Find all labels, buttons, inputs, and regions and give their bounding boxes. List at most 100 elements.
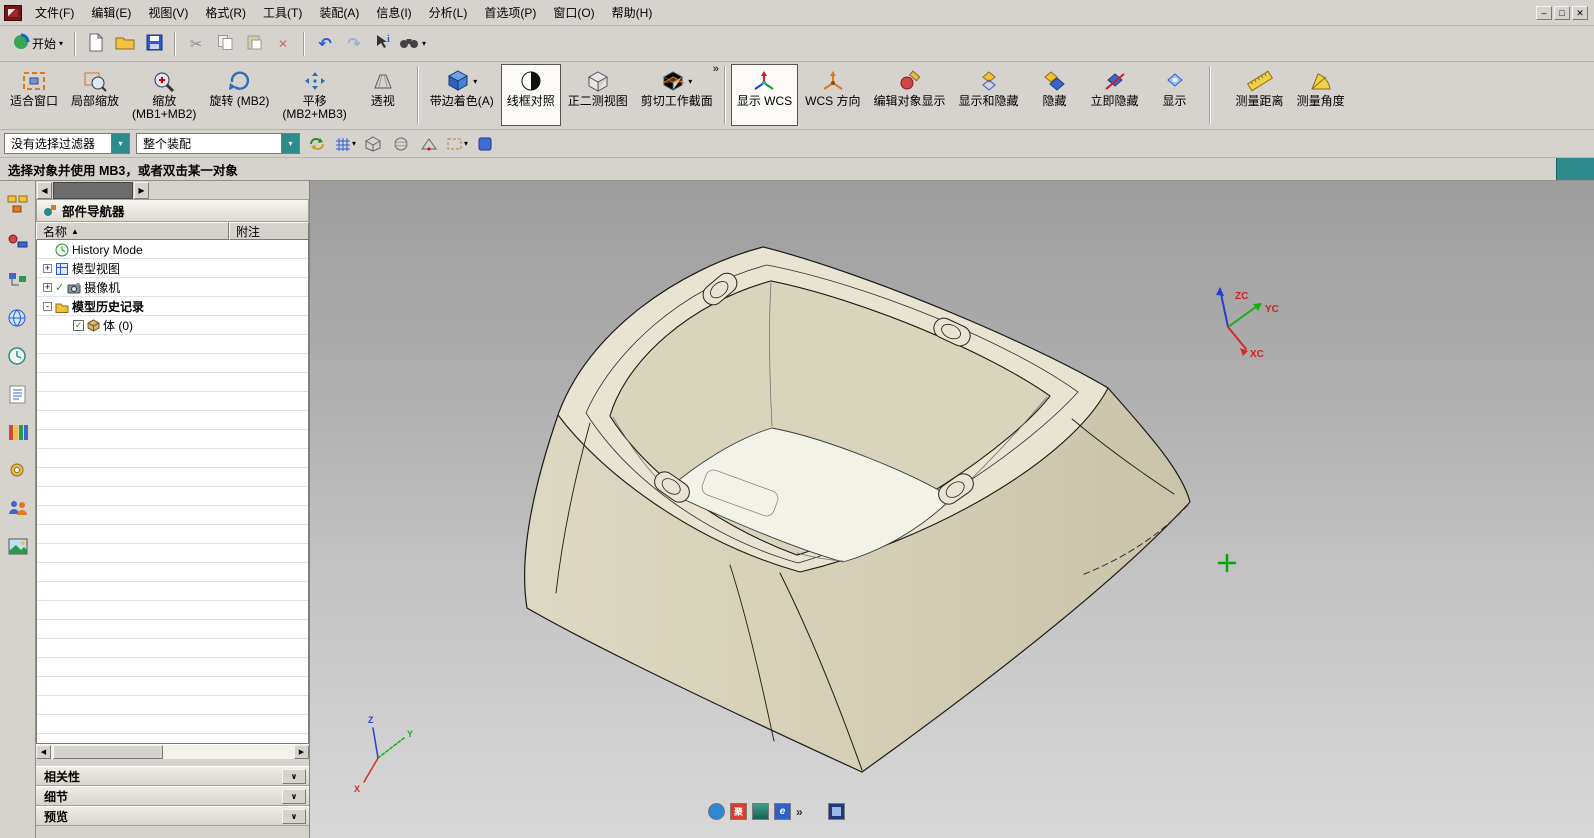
column-header-name[interactable]: 名称 ▲: [36, 222, 229, 240]
tab-scroll-left-button[interactable]: ◀: [37, 182, 52, 199]
menu-file[interactable]: 文件(F): [27, 1, 82, 24]
menu-window[interactable]: 窗口(O): [545, 1, 602, 24]
tree-row-cameras[interactable]: + ✓ 摄像机: [37, 278, 308, 297]
tree-row-body[interactable]: ✓ 体 (0): [37, 316, 308, 335]
zoom-area-button[interactable]: 局部缩放: [65, 64, 125, 126]
menu-view[interactable]: 视图(V): [140, 1, 196, 24]
wcs-triad[interactable]: ZC YC XC: [1216, 287, 1279, 360]
sphere-snap-icon[interactable]: [390, 133, 412, 155]
browser-icon[interactable]: e: [774, 803, 791, 820]
menu-tools[interactable]: 工具(T): [255, 1, 310, 24]
expand-plus-icon[interactable]: +: [43, 283, 52, 292]
show-wcs-button[interactable]: 显示 WCS: [731, 64, 798, 126]
paste-button[interactable]: [241, 31, 267, 57]
part-navigator-icon[interactable]: [6, 269, 30, 291]
menu-analysis[interactable]: 分析(L): [421, 1, 476, 24]
collapsed-tab[interactable]: [53, 182, 133, 199]
zoom-button[interactable]: 缩放 (MB1+MB2): [126, 64, 202, 126]
section-expand-button[interactable]: ∨: [282, 769, 306, 784]
save-button[interactable]: [141, 31, 167, 57]
section-dependencies[interactable]: 相关性 ∨: [36, 766, 309, 786]
measure-distance-button[interactable]: 测量距离: [1230, 64, 1290, 126]
body-checkbox[interactable]: ✓: [73, 320, 84, 331]
snap-settings-icon[interactable]: [306, 133, 328, 155]
combo-dropdown-icon[interactable]: ▾: [111, 134, 129, 153]
section-preview[interactable]: 预览 ∨: [36, 806, 309, 826]
section-expand-button[interactable]: ∨: [282, 809, 306, 824]
qq-app-icon[interactable]: 聚: [730, 803, 747, 820]
show-and-hide-button[interactable]: 显示和隐藏: [953, 64, 1025, 126]
solid-snap-icon[interactable]: [362, 133, 384, 155]
media-app-icon[interactable]: [752, 803, 769, 820]
history-palette-icon[interactable]: [6, 345, 30, 367]
window-app-icon[interactable]: [828, 803, 845, 820]
new-file-button[interactable]: [83, 31, 109, 57]
process-tools-icon[interactable]: [6, 459, 30, 481]
edit-object-display-button[interactable]: 编辑对象显示: [868, 64, 952, 126]
tree-row-model-history[interactable]: - 模型历史记录: [37, 297, 308, 316]
combo-dropdown-icon[interactable]: ▾: [281, 134, 299, 153]
navigator-tree[interactable]: History Mode + 模型视图 + ✓ 摄像机 - 模型历史记录: [36, 240, 309, 744]
scrollbar-track[interactable]: [51, 745, 294, 759]
cut-button[interactable]: ✂: [183, 31, 209, 57]
tab-scroll-right-button[interactable]: ▶: [134, 182, 149, 199]
3d-model-canvas[interactable]: ZC YC XC Z Y X: [310, 181, 1594, 838]
tree-row-history-mode[interactable]: History Mode: [37, 240, 308, 259]
minimize-button[interactable]: –: [1536, 6, 1552, 20]
navigator-horizontal-scrollbar[interactable]: ◀ ▶: [36, 744, 309, 759]
section-expand-button[interactable]: ∨: [282, 789, 306, 804]
scrollbar-thumb[interactable]: [53, 745, 163, 759]
wireframe-contrast-button[interactable]: 线框对照: [501, 64, 561, 126]
hide-now-button[interactable]: 立即隐藏: [1085, 64, 1145, 126]
trimetric-view-button[interactable]: 正二测视图: [562, 64, 634, 126]
menu-help[interactable]: 帮助(H): [604, 1, 661, 24]
show-button[interactable]: 显示: [1146, 64, 1204, 126]
graphics-viewport[interactable]: ZC YC XC Z Y X: [310, 181, 1594, 838]
delete-button[interactable]: ✕: [270, 31, 296, 57]
scroll-right-arrow[interactable]: ▶: [294, 745, 309, 759]
toolbar-overflow-icon[interactable]: »: [713, 63, 719, 75]
copy-button[interactable]: [212, 31, 238, 57]
grid-snap-icon[interactable]: ▾: [334, 133, 356, 155]
measure-angle-button[interactable]: 测量角度: [1291, 64, 1351, 126]
undo-button[interactable]: ↶: [312, 31, 338, 57]
column-header-note[interactable]: 附注: [229, 222, 309, 240]
web-browser-icon[interactable]: [6, 307, 30, 329]
menu-edit[interactable]: 编辑(E): [83, 1, 139, 24]
open-button[interactable]: [112, 31, 138, 57]
pan-button[interactable]: 平移 (MB2+MB3): [276, 64, 352, 126]
section-details[interactable]: 细节 ∨: [36, 786, 309, 806]
restore-button[interactable]: □: [1554, 6, 1570, 20]
stop-selection-icon[interactable]: [474, 133, 496, 155]
rect-select-icon[interactable]: ▾: [446, 133, 468, 155]
perspective-button[interactable]: 透视: [354, 64, 412, 126]
hide-button[interactable]: 隐藏: [1026, 64, 1084, 126]
expand-plus-icon[interactable]: +: [43, 264, 52, 273]
rotate-button[interactable]: 旋转 (MB2): [203, 64, 275, 126]
scroll-left-arrow[interactable]: ◀: [36, 745, 51, 759]
redo-button[interactable]: ↷: [341, 31, 367, 57]
menu-information[interactable]: 信息(I): [368, 1, 419, 24]
menu-preferences[interactable]: 首选项(P): [476, 1, 544, 24]
shaded-with-edges-button[interactable]: ▾ 带边着色(A): [424, 64, 500, 126]
mid-snap-icon[interactable]: [418, 133, 440, 155]
taskbar-overflow-icon[interactable]: »: [796, 805, 803, 819]
expand-minus-icon[interactable]: -: [43, 302, 52, 311]
menu-format[interactable]: 格式(R): [197, 1, 254, 24]
start-button[interactable]: 开始 ▾: [8, 31, 67, 57]
messenger-icon[interactable]: [708, 803, 725, 820]
selection-filter-combo[interactable]: 没有选择过滤器 ▾: [4, 133, 130, 154]
fit-window-button[interactable]: 适合窗口: [4, 64, 64, 126]
constraint-navigator-icon[interactable]: [6, 231, 30, 253]
color-palette-icon[interactable]: [6, 421, 30, 443]
select-info-button[interactable]: i: [370, 31, 396, 57]
information-list-icon[interactable]: [6, 383, 30, 405]
docked-panel-handle[interactable]: [1556, 158, 1594, 180]
selection-scope-combo[interactable]: 整个装配 ▾: [136, 133, 300, 154]
tree-row-model-views[interactable]: + 模型视图: [37, 259, 308, 278]
close-button[interactable]: ✕: [1572, 6, 1588, 20]
clip-section-button[interactable]: » ▾ 剪切工作截面: [635, 64, 719, 126]
binoculars-button[interactable]: ▾: [399, 31, 426, 57]
scene-gallery-icon[interactable]: [6, 535, 30, 557]
wcs-orient-button[interactable]: WCS 方向: [799, 64, 866, 126]
